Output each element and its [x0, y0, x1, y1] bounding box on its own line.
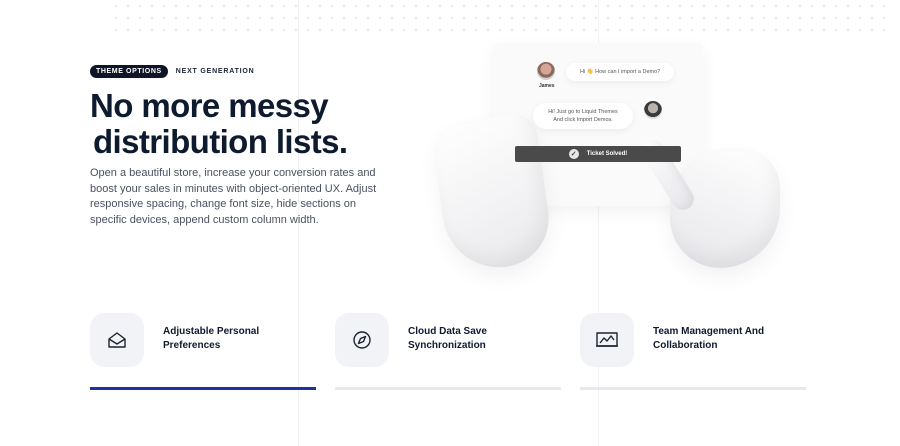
chart-monitor-icon	[596, 332, 618, 347]
background-dot-pattern	[110, 0, 890, 40]
user-avatar-james	[537, 62, 555, 80]
feature-progress-bar	[580, 387, 806, 390]
ticket-solved-bar: ✓ Ticket Solved!	[515, 146, 681, 162]
feature-progress-bar	[90, 387, 316, 390]
user-name: James	[539, 83, 555, 89]
hero-badge-row: THEME OPTIONS NEXT GENERATION	[90, 65, 255, 78]
feature-icon-box	[580, 313, 634, 367]
feature-label: Cloud Data Save Synchronization	[408, 326, 487, 351]
headline-line-2: distribution lists.	[93, 123, 348, 160]
feature-icon-box	[90, 313, 144, 367]
envelope-icon	[108, 332, 126, 348]
hero-description: Open a beautiful store, increase your co…	[90, 167, 377, 226]
eyebrow-text: NEXT GENERATION	[175, 68, 255, 75]
feature-progress-bar	[335, 387, 561, 390]
feature-label: Adjustable Personal Preferences	[163, 326, 260, 351]
support-agent-avatar	[644, 101, 662, 119]
feature-icon-box	[335, 313, 389, 367]
theme-options-badge: THEME OPTIONS	[90, 65, 168, 78]
ticket-solved-label: Ticket Solved!	[586, 151, 628, 157]
chat-bubble-question: Hi 👋 How can I import a Demo?	[566, 63, 675, 81]
feature-label: Team Management And Collaboration	[653, 326, 765, 351]
left-hand-illustration	[430, 111, 555, 275]
hero-headline: No more messy distribution lists.	[90, 88, 410, 160]
check-icon: ✓	[568, 149, 579, 159]
headline-line-1: No more messy	[90, 87, 329, 124]
compass-icon	[353, 331, 371, 349]
chat-bubble-answer: Hi! Just go to Liquid Themes And click I…	[533, 103, 633, 129]
